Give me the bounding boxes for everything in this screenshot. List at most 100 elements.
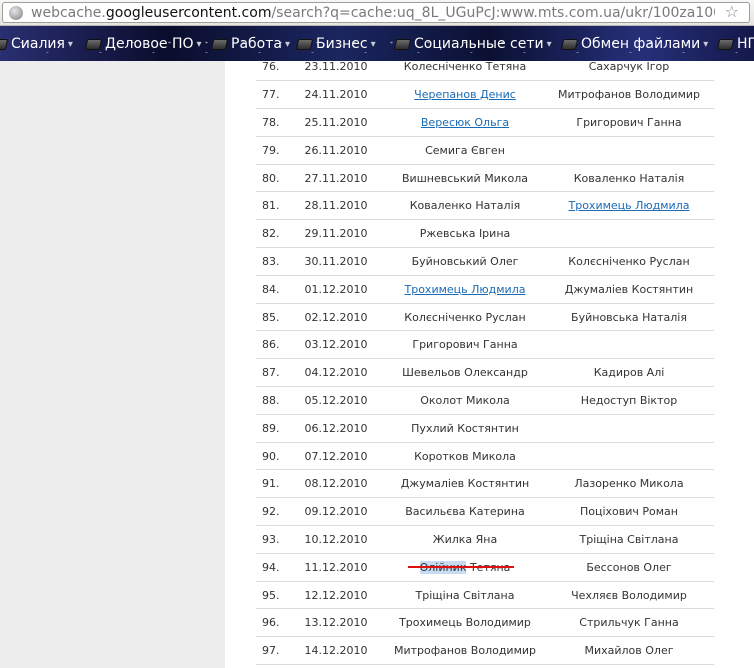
bookmark-2[interactable]: Деловое ПО ▾	[84, 35, 202, 53]
presenter-cell: Нарожний Віктор	[386, 664, 544, 668]
person-name: 06.12.2010	[304, 421, 368, 435]
presenter-cell: Трохимець Володимир	[386, 608, 544, 638]
table-row: 89. 06.12.2010 Пухлий Костянтин	[256, 414, 714, 443]
person-name: Ржевська Ірина	[419, 227, 511, 241]
table-row: 96. 13.12.2010 Трохимець Володимир Стрильчу…	[256, 608, 714, 638]
url-text[interactable]: webcache.googleusercontent.com/search?q=…	[31, 4, 715, 22]
guest-cell: Митрофанов Володимир	[544, 80, 714, 110]
person-name: Михайлов Олег	[584, 644, 674, 658]
bookmark-star-icon[interactable]: ☆	[725, 3, 739, 21]
presenter-cell: Пухлий Костянтин	[386, 414, 544, 443]
bookmark-3[interactable]: Работа ▾	[210, 35, 290, 53]
row-number: 89.	[256, 414, 286, 443]
person-name: Григорович Ганна	[412, 338, 518, 352]
guest-cell	[544, 219, 714, 249]
bookmark-7[interactable]: НГ	[716, 35, 754, 53]
row-number: 95.	[256, 581, 286, 610]
presenter-cell: Джумаліев Костянтин	[386, 469, 544, 499]
chevron-down-icon: ▾	[703, 38, 709, 50]
person-name: 90.	[262, 449, 280, 463]
web-page: 76. 23.11.2010 Колесніченко Тетяна Сахарчук…	[0, 53, 754, 668]
row-date: 27.11.2010	[286, 164, 386, 193]
person-link[interactable]: Трохимець Людмила	[405, 283, 526, 296]
person-name: Тріщіна Світлана	[415, 588, 515, 602]
person-name: Коваленко Наталія	[409, 199, 521, 213]
row-date: 11.12.2010	[286, 553, 386, 582]
row-number: 87.	[256, 358, 286, 388]
person-name: 28.11.2010	[304, 199, 368, 213]
presenter-cell: Коваленко Наталія	[386, 191, 544, 221]
table-row: 84. 01.12.2010 Трохимець Людмила Джумаліев …	[256, 275, 714, 304]
bookmark-label: Обмен файлами	[581, 36, 701, 52]
guest-cell: Коваленко Наталія	[544, 164, 714, 193]
presenter-cell: Васильєва Катерина	[386, 497, 544, 527]
bookmark-label: НГ	[737, 36, 754, 52]
person-name: 29.11.2010	[304, 227, 368, 241]
person-link[interactable]: Трохимець Людмила	[569, 199, 690, 212]
guest-cell: Колєсніченко Руслан	[544, 247, 714, 276]
folder-icon	[0, 38, 9, 50]
row-number: 84.	[256, 275, 286, 304]
person-name: Колєсніченко Руслан	[404, 310, 526, 324]
presenter-cell: Тріщіна Світлана	[386, 581, 544, 610]
person-name: 81.	[262, 199, 280, 213]
person-name: Буйновський Олег	[411, 254, 519, 268]
person-name: Стрильчук Ганна	[579, 616, 679, 630]
presenter-cell: Колесніченко Тетяна	[386, 53, 544, 82]
person-name: Лазоренко Микола	[574, 477, 684, 491]
guest-cell: Тріщіна Світлана	[544, 525, 714, 554]
bookmark-label: Работа	[231, 36, 282, 52]
presenter-cell: Околот Микола	[386, 386, 544, 415]
folder-icon	[295, 38, 314, 50]
bookmark-1[interactable]: Сиалия ▾	[0, 35, 73, 53]
row-date: 12.12.2010	[286, 581, 386, 610]
presenter-cell: Вишневський Микола	[386, 164, 544, 193]
table-row: 79. 26.11.2010 Семига Євген	[256, 136, 714, 165]
guest-cell	[544, 136, 714, 165]
row-date: 28.11.2010	[286, 191, 386, 221]
presenter-cell: Коротков Микола	[386, 442, 544, 471]
bookmark-label: Социальные сети	[414, 36, 544, 52]
person-name: 07.12.2010	[304, 449, 368, 463]
person-name: 87.	[262, 366, 280, 380]
presenter-cell: Трохимець Людмила	[386, 275, 544, 304]
row-date: 06.12.2010	[286, 414, 386, 443]
person-name: Митрофанов Володимир	[557, 88, 701, 102]
bookmark-6[interactable]: Обмен файлами ▾	[560, 35, 709, 53]
row-number: 83.	[256, 247, 286, 276]
presenter-cell: Митрофанов Володимир	[386, 636, 544, 666]
person-name: Недоступ Віктор	[580, 393, 678, 407]
url-field[interactable]: webcache.googleusercontent.com/search?q=…	[2, 2, 750, 23]
bookmark-5[interactable]: Социальные сети ▾	[393, 35, 552, 53]
person-name: 23.11.2010	[304, 60, 368, 74]
person-name: 27.11.2010	[304, 171, 368, 185]
guest-cell	[544, 442, 714, 471]
presenter-cell: Черепанов Денис	[386, 80, 544, 110]
row-number: 77.	[256, 80, 286, 110]
guest-cell: Сахарчук Ігор	[544, 53, 714, 82]
person-name: Буйновська Наталія	[571, 310, 687, 324]
table-row: 83. 30.11.2010 Буйновський Олег Колєсніченк…	[256, 247, 714, 276]
address-bar: webcache.googleusercontent.com/search?q=…	[0, 0, 754, 26]
row-date: 23.11.2010	[286, 53, 386, 82]
bookmark-4[interactable]: Бизнес ▾	[295, 35, 376, 53]
presenter-cell: Жилка Яна	[386, 525, 544, 554]
chevron-down-icon: ▾	[284, 38, 290, 50]
person-link[interactable]: Вересюк Ольга	[421, 116, 509, 129]
row-date: 25.11.2010	[286, 108, 386, 137]
person-name: 93.	[262, 532, 280, 546]
person-link[interactable]: Черепанов Денис	[414, 88, 516, 101]
table-row: 77. 24.11.2010 Черепанов Денис Митрофанов В…	[256, 80, 714, 110]
table-row: 82. 29.11.2010 Ржевська Ірина	[256, 219, 714, 249]
row-number: 86.	[256, 330, 286, 360]
guest-cell: Чехляєв Володимир	[544, 581, 714, 610]
table-row: 81. 28.11.2010 Коваленко Наталія Трохимець …	[256, 191, 714, 221]
person-name: 08.12.2010	[304, 477, 368, 491]
person-name: 76.	[262, 60, 280, 74]
row-number: 79.	[256, 136, 286, 165]
person-name: Жилка Яна	[432, 532, 498, 546]
person-name: Колєсніченко Руслан	[568, 254, 690, 268]
person-name: Пухлий Костянтин	[411, 421, 519, 435]
chevron-down-icon: ▾	[546, 38, 552, 50]
folder-icon	[210, 38, 229, 50]
